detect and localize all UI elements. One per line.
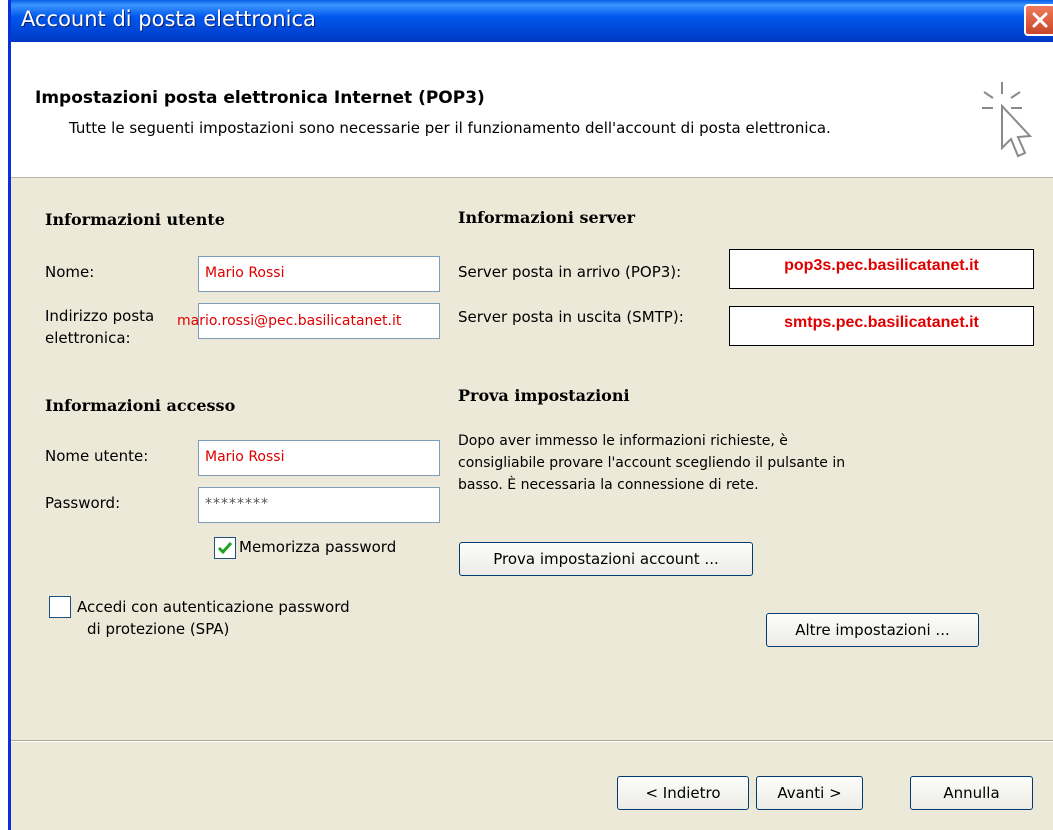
- email-input-value: mario.rossi@pec.basilicatanet.it: [177, 313, 402, 329]
- password-input[interactable]: ********: [198, 487, 440, 523]
- user-info-heading: Informazioni utente: [45, 210, 225, 229]
- incoming-server-value: pop3s.pec.basilicatanet.it: [784, 257, 979, 274]
- wizard-header: Impostazioni posta elettronica Internet …: [11, 42, 1053, 178]
- name-label: Nome:: [45, 263, 95, 281]
- incoming-server-input[interactable]: pop3s.pec.basilicatanet.it: [729, 249, 1034, 289]
- spa-checkbox[interactable]: [49, 596, 71, 618]
- password-label: Password:: [45, 494, 121, 512]
- close-icon: [1032, 12, 1048, 28]
- outgoing-server-input[interactable]: smtps.pec.basilicatanet.it: [729, 306, 1034, 346]
- server-info-heading: Informazioni server: [458, 208, 636, 227]
- spa-label-line2: di protezione (SPA): [87, 620, 230, 638]
- username-label: Nome utente:: [45, 447, 149, 465]
- header-description: Tutte le seguenti impostazioni sono nece…: [69, 119, 831, 137]
- footer-separator: [11, 740, 1053, 742]
- cursor-sparkle-icon: [982, 82, 1033, 158]
- window-title: Account di posta elettronica: [21, 7, 316, 31]
- cancel-button[interactable]: Annulla: [910, 776, 1033, 810]
- incoming-server-label: Server posta in arrivo (POP3):: [458, 263, 682, 281]
- check-icon: [217, 542, 233, 555]
- header-title: Impostazioni posta elettronica Internet …: [35, 88, 485, 108]
- remember-password-label[interactable]: Memorizza password: [239, 538, 396, 556]
- access-info-heading: Informazioni accesso: [45, 396, 236, 415]
- more-settings-button[interactable]: Altre impostazioni ...: [766, 613, 979, 647]
- dialog-window: Account di posta elettronica Impostazion…: [8, 0, 1053, 830]
- back-button[interactable]: < Indietro: [617, 776, 749, 810]
- email-label-line2: elettronica:: [45, 329, 131, 347]
- close-button[interactable]: [1024, 4, 1053, 36]
- name-input[interactable]: Mario Rossi: [198, 256, 440, 292]
- name-input-value: Mario Rossi: [205, 265, 285, 281]
- password-input-value: ********: [205, 496, 269, 512]
- title-bar[interactable]: Account di posta elettronica: [11, 0, 1053, 42]
- next-button[interactable]: Avanti >: [756, 776, 863, 810]
- email-input[interactable]: mario.rossi@pec.basilicatanet.it: [177, 303, 440, 339]
- test-settings-heading: Prova impostazioni: [458, 386, 630, 405]
- test-settings-description: Dopo aver immesso le informazioni richie…: [458, 433, 846, 493]
- email-label: Indirizzo posta elettronica:: [45, 305, 154, 349]
- outgoing-server-value: smtps.pec.basilicatanet.it: [784, 314, 979, 331]
- username-input[interactable]: Mario Rossi: [198, 440, 440, 476]
- spa-label-line1: Accedi con autenticazione password: [77, 598, 350, 616]
- spa-label[interactable]: Accedi con autenticazione password di pr…: [77, 596, 350, 640]
- test-account-button[interactable]: Prova impostazioni account ...: [459, 542, 753, 576]
- outgoing-server-label: Server posta in uscita (SMTP):: [458, 308, 684, 326]
- email-label-line1: Indirizzo posta: [45, 307, 155, 325]
- username-input-value: Mario Rossi: [205, 449, 285, 465]
- remember-password-checkbox[interactable]: [214, 537, 236, 559]
